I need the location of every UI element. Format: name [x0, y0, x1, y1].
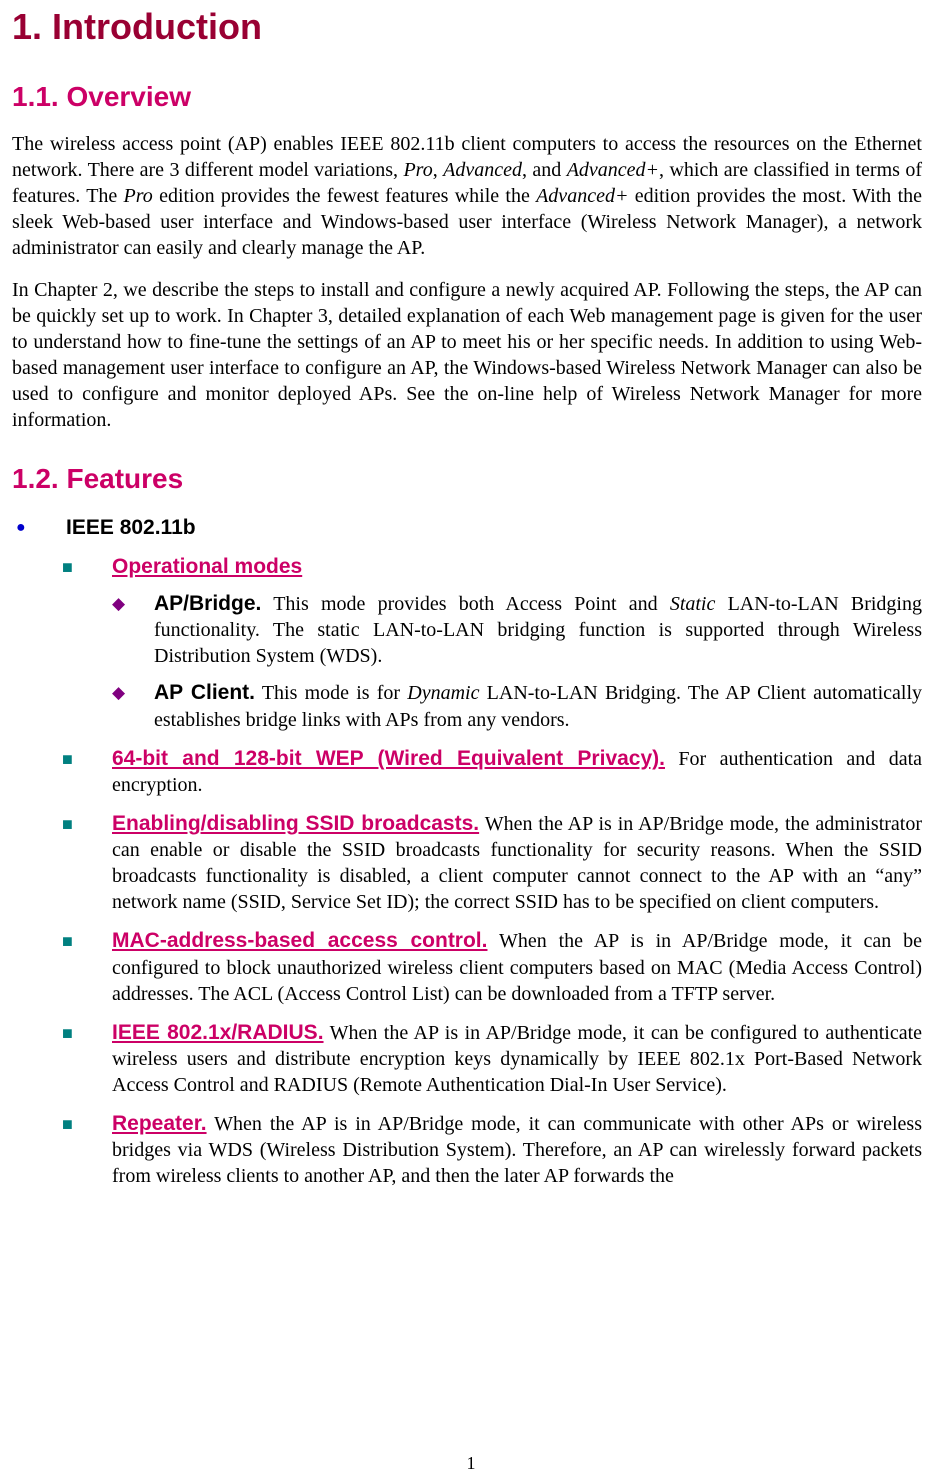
opmode-ap-client: ◆ AP Client. This mode is for Dynamic LA… — [112, 679, 922, 732]
feature-title: IEEE 802.11b — [66, 514, 196, 541]
text: When the AP is in AP/Bridge mode, it can… — [112, 1113, 922, 1187]
text-italic: Advanced+ — [567, 159, 659, 181]
feature-heading: 64-bit and 128-bit WEP (Wired Equivalent… — [112, 747, 665, 770]
feature-operational-modes: ■ Operational modes — [62, 553, 922, 580]
text: This mode is for — [255, 682, 407, 704]
heading-2-overview: 1.1. Overview — [12, 79, 922, 115]
text-italic: Advanced — [443, 159, 522, 181]
feature-text: Enabling/disabling SSID broadcasts. When… — [112, 810, 922, 915]
opmode-text: AP/Bridge. This mode provides both Acces… — [154, 590, 922, 669]
feature-heading: Operational modes — [112, 555, 302, 578]
feature-text: Repeater. When the AP is in AP/Bridge mo… — [112, 1110, 922, 1189]
feature-heading: Repeater. — [112, 1112, 207, 1135]
text: This mode provides both Access Point and — [261, 593, 669, 615]
feature-text: 64-bit and 128-bit WEP (Wired Equivalent… — [112, 745, 922, 798]
feature-text: Operational modes — [112, 553, 302, 580]
square-bullet-icon: ■ — [62, 810, 112, 915]
document-page: 1. Introduction 1.1. Overview The wirele… — [0, 0, 942, 1483]
disc-bullet-icon: ● — [12, 514, 66, 541]
feature-wep: ■ 64-bit and 128-bit WEP (Wired Equivale… — [62, 745, 922, 798]
feature-heading: IEEE 802.1x/RADIUS. — [112, 1021, 324, 1044]
text-italic: Static — [670, 593, 716, 615]
opmode-ap-bridge: ◆ AP/Bridge. This mode provides both Acc… — [112, 590, 922, 669]
square-bullet-icon: ■ — [62, 1110, 112, 1189]
square-bullet-icon: ■ — [62, 553, 112, 580]
feature-mac-access-control: ■ MAC-address-based access control. When… — [62, 927, 922, 1006]
opmode-name: AP/Bridge. — [154, 592, 261, 615]
square-bullet-icon: ■ — [62, 745, 112, 798]
square-bullet-icon: ■ — [62, 927, 112, 1006]
overview-paragraph-1: The wireless access point (AP) enables I… — [12, 131, 922, 261]
square-bullet-icon: ■ — [62, 1019, 112, 1098]
text: , — [433, 159, 443, 181]
text: edition provides the fewest features whi… — [153, 185, 536, 207]
heading-2-features: 1.2. Features — [12, 461, 922, 497]
feature-ssid-broadcasts: ■ Enabling/disabling SSID broadcasts. Wh… — [62, 810, 922, 915]
diamond-bullet-icon: ◆ — [112, 679, 154, 732]
text-italic: Advanced+ — [536, 185, 628, 207]
heading-1-introduction: 1. Introduction — [12, 0, 922, 51]
text: , and — [522, 159, 567, 181]
overview-paragraph-2: In Chapter 2, we describe the steps to i… — [12, 277, 922, 433]
text-italic: Pro — [124, 185, 153, 207]
feature-repeater: ■ Repeater. When the AP is in AP/Bridge … — [62, 1110, 922, 1189]
feature-heading: Enabling/disabling SSID broadcasts. — [112, 812, 479, 835]
feature-text: IEEE 802.1x/RADIUS. When the AP is in AP… — [112, 1019, 922, 1098]
feature-ieee-80211b: ● IEEE 802.11b — [12, 514, 922, 541]
text-italic: Pro — [403, 159, 432, 181]
feature-heading: MAC-address-based access control. — [112, 929, 487, 952]
feature-text: MAC-address-based access control. When t… — [112, 927, 922, 1006]
opmode-name: AP Client. — [154, 681, 255, 704]
diamond-bullet-icon: ◆ — [112, 590, 154, 669]
opmode-text: AP Client. This mode is for Dynamic LAN-… — [154, 679, 922, 732]
feature-ieee-8021x-radius: ■ IEEE 802.1x/RADIUS. When the AP is in … — [62, 1019, 922, 1098]
page-number: 1 — [0, 1452, 942, 1475]
text-italic: Dynamic — [407, 682, 479, 704]
